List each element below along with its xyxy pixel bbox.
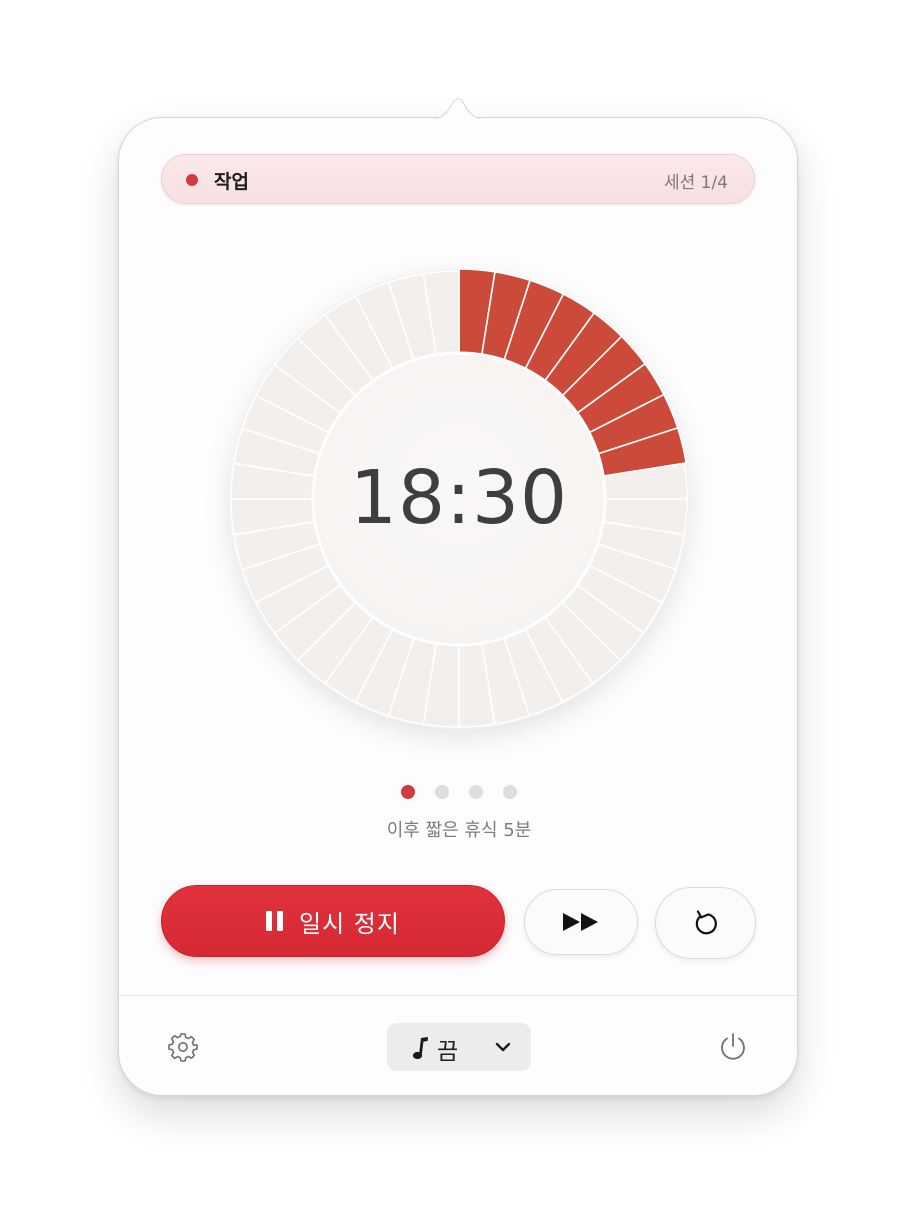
quit-button[interactable] — [717, 1031, 749, 1063]
fast-forward-icon — [563, 913, 598, 931]
gear-icon — [168, 1033, 198, 1062]
pause-button-label: 일시 정지 — [299, 909, 400, 938]
session-dot — [469, 785, 483, 799]
pause-button[interactable]: 일시 정지 — [161, 885, 505, 957]
skip-button[interactable] — [524, 889, 638, 955]
settings-button[interactable] — [167, 1031, 199, 1063]
session-dot-current — [401, 785, 415, 799]
pomodoro-popover: 작업 세션 1/4 18:30 이후 짧은 휴식 5분 일시 정지 끔 — [118, 117, 798, 1096]
pause-icon — [266, 911, 284, 931]
restart-icon — [695, 910, 717, 935]
phase-label: 작업 — [214, 171, 249, 193]
timer-dial: 18:30 — [227, 267, 691, 731]
session-dot — [503, 785, 517, 799]
chevron-down-icon — [495, 1042, 511, 1052]
popover-arrow — [426, 98, 490, 120]
reset-button[interactable] — [655, 887, 756, 959]
sound-select[interactable]: 끔 — [387, 1023, 531, 1071]
footer-divider — [119, 995, 797, 996]
session-progress-dots — [119, 785, 799, 799]
music-note-icon — [412, 1037, 428, 1060]
session-dot — [435, 785, 449, 799]
session-counter: 세션 1/4 — [663, 173, 728, 193]
phase-status-dot — [186, 174, 198, 186]
power-icon — [721, 1033, 745, 1060]
timer-readout: 18:30 — [349, 455, 569, 541]
phase-indicator: 작업 세션 1/4 — [161, 154, 755, 204]
next-phase-label: 이후 짧은 휴식 5분 — [386, 820, 532, 841]
sound-value: 끔 — [437, 1039, 459, 1065]
